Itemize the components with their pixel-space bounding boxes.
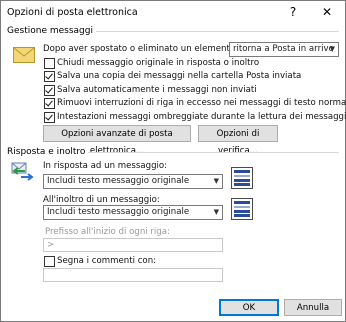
prefix-input[interactable]: > [43,238,223,252]
close-button[interactable]: ✕ [313,3,341,21]
checkbox[interactable] [44,256,55,267]
forward-select-value: Includi testo messaggio originale [47,207,190,217]
reply-select[interactable]: Includi testo messaggio originale ▼ [43,174,223,189]
checkbox-label: Salva automaticamente i messaggi non inv… [57,85,257,95]
ok-button[interactable]: OK [219,299,279,316]
checkbox-label: Chiudi messaggio originale in risposta o… [57,58,260,68]
help-button[interactable]: ? [279,3,307,21]
tracking-options-button[interactable]: Opzioni di verifica... [198,125,278,156]
checkbox[interactable] [44,58,55,69]
forward-select[interactable]: Includi testo messaggio originale ▼ [43,205,223,220]
checkbox-label: Rimuovi interruzioni di riga in eccesso … [57,98,346,108]
cancel-button[interactable]: Annulla [284,299,342,316]
chevron-down-icon: ▼ [213,177,219,185]
section-label-replies: Risposta e inoltro [7,147,89,157]
envelope-icon [13,47,35,66]
title-bar: Opzioni di posta elettronica ? ✕ [1,1,345,23]
section-label-message-handling: Gestione messaggi [7,26,96,36]
checkbox[interactable] [44,85,55,96]
checkbox-label: Salva una copia dei messaggi nella carte… [57,71,302,81]
reply-select-value: Includi testo messaggio originale [47,176,190,186]
prefix-label: Prefisso all'inizio di ogni riga: [45,227,170,237]
advanced-options-button[interactable]: Opzioni avanzate di posta elettronica... [43,125,191,156]
reply-label: In risposta ad un messaggio: [43,161,168,171]
after-move-select-value: ritorna a Posta in arrivo [233,44,334,54]
comments-label: Segna i commenti con: [57,256,157,266]
checkbox-label: Intestazioni messaggi ombreggiate durant… [57,112,346,122]
message-preview-icon [231,167,253,189]
chevron-down-icon: ▼ [213,208,219,216]
after-move-select[interactable]: ritorna a Posta in arrivo ▼ [229,42,339,57]
forward-label: All'inoltro di un messaggio: [43,195,160,205]
reply-forward-icon [11,161,35,184]
dialog-title: Opzioni di posta elettronica [7,7,138,18]
comments-input[interactable] [43,268,223,282]
chevron-down-icon: ▼ [329,45,335,53]
email-options-dialog: Opzioni di posta elettronica ? ✕ Gestion… [0,0,346,322]
checkbox[interactable] [44,98,55,109]
checkbox[interactable] [44,71,55,82]
checkbox[interactable] [44,112,55,123]
message-preview-icon [231,198,253,220]
